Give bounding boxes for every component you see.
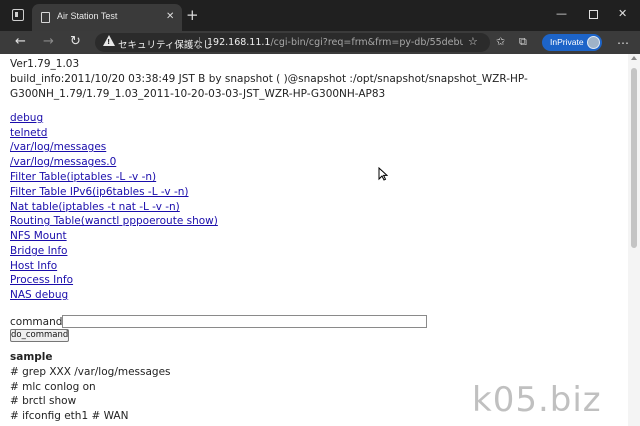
tab-title: Air Station Test [57, 11, 118, 21]
command-input[interactable] [62, 315, 427, 328]
scroll-up-arrow-icon[interactable] [631, 56, 637, 60]
link-var-log-messages-0[interactable]: /var/log/messages.0 [10, 156, 116, 168]
link-filter-table-ipv6[interactable]: Filter Table IPv6(ip6tables -L -v -n) [10, 186, 189, 198]
link-routing-table[interactable]: Routing Table(wanctl pppoeroute show) [10, 215, 218, 227]
forward-button[interactable]: → [43, 34, 54, 50]
inprivate-button[interactable]: InPrivate [542, 34, 602, 51]
browser-toolbar: ← → ↻ ! セキュリティ保護なし 192.168.11.1/cgi-bin/… [0, 31, 640, 54]
warning-exclamation: ! [107, 38, 111, 46]
link-process-info[interactable]: Process Info [10, 274, 73, 286]
avatar [587, 36, 600, 49]
link-nfs-mount[interactable]: NFS Mount [10, 230, 67, 242]
mouse-pointer-icon [378, 167, 388, 181]
command-label: command [10, 316, 63, 328]
inprivate-label: InPrivate [550, 37, 584, 47]
link-filter-table[interactable]: Filter Table(iptables -L -v -n) [10, 171, 156, 183]
build-info-line-1: build_info:2011/10/20 03:38:49 JST B by … [10, 73, 528, 85]
do-command-button[interactable]: do_command [10, 329, 69, 342]
page-content: Ver1.79_1.03 build_info:2011/10/20 03:38… [0, 54, 628, 426]
close-window-button[interactable]: ✕ [618, 7, 627, 21]
scrollbar-thumb[interactable] [631, 68, 637, 248]
collections-icon[interactable]: ⧉ [519, 35, 527, 49]
sample-line: # ifconfig eth1 # WAN [10, 410, 129, 422]
url-host: 192.168.11.1 [207, 37, 271, 48]
page-icon [41, 12, 50, 23]
maximize-button[interactable] [589, 10, 598, 19]
link-nat-table[interactable]: Nat table(iptables -t nat -L -v -n) [10, 201, 180, 213]
settings-menu-icon[interactable]: … [617, 33, 629, 47]
reload-button[interactable]: ↻ [70, 34, 81, 50]
watermark: k05.biz [472, 380, 602, 420]
minimize-button[interactable]: — [556, 7, 567, 21]
new-tab-button[interactable]: + [186, 7, 199, 23]
link-host-info[interactable]: Host Info [10, 260, 57, 272]
build-info-line-2: G300NH_1.79/1.79_1.03_2011-10-20-03-03-J… [10, 88, 386, 100]
favorite-star-icon[interactable]: ☆ [468, 35, 478, 48]
back-button[interactable]: ← [15, 34, 26, 50]
sample-line: # brctl show [10, 395, 77, 407]
sample-heading: sample [10, 351, 53, 363]
favorites-icon[interactable]: ✩ [496, 35, 505, 49]
vertical-scrollbar[interactable] [628, 54, 640, 426]
tab-air-station-test[interactable]: Air Station Test ✕ [32, 4, 182, 31]
link-nas-debug[interactable]: NAS debug [10, 289, 68, 301]
address-bar[interactable]: ! セキュリティ保護なし 192.168.11.1/cgi-bin/cgi?re… [95, 33, 490, 52]
url-text[interactable]: 192.168.11.1/cgi-bin/cgi?req=frm&frm=py-… [207, 37, 463, 48]
link-telnetd[interactable]: telnetd [10, 127, 47, 139]
link-bridge-info[interactable]: Bridge Info [10, 245, 67, 257]
window-menu-icon[interactable] [12, 9, 24, 21]
link-debug[interactable]: debug [10, 112, 43, 124]
url-path: /cgi-bin/cgi?req=frm&frm=py-db/55debu... [270, 37, 463, 48]
tab-close-icon[interactable]: ✕ [166, 10, 174, 23]
version-text: Ver1.79_1.03 [10, 58, 80, 70]
link-var-log-messages[interactable]: /var/log/messages [10, 141, 106, 153]
sample-line: # grep XXX /var/log/messages [10, 366, 171, 378]
sample-line: # mlc conlog on [10, 381, 96, 393]
address-separator [199, 37, 200, 48]
browser-titlebar: Air Station Test ✕ + — ✕ [0, 0, 640, 31]
